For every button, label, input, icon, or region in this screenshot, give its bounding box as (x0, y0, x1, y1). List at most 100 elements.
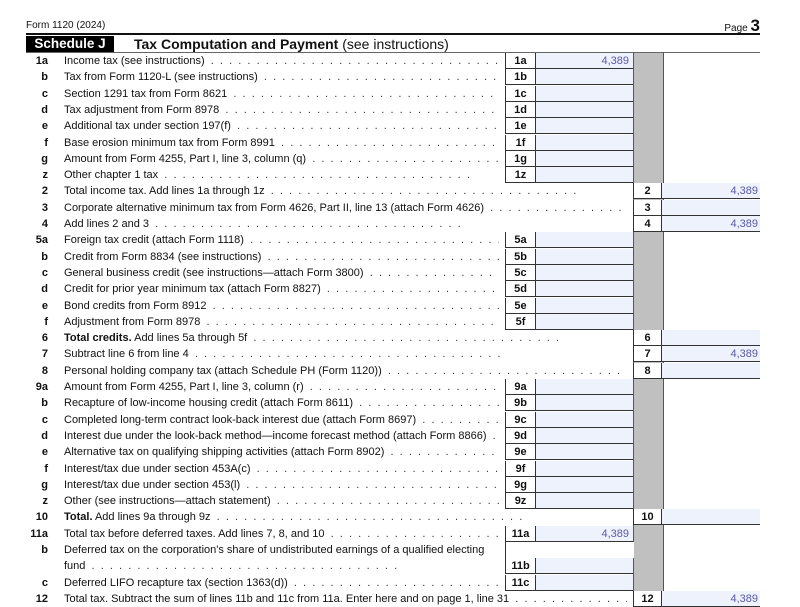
line-description-bold: Total credits. (64, 332, 132, 345)
amount-field-5b[interactable] (535, 248, 633, 265)
line-number: c (41, 266, 48, 279)
form-line-6: 6 Total credits. Add lines 5a through 5f … (0, 330, 800, 347)
amount-field-9e[interactable] (535, 444, 633, 461)
form-line-1a: 1a Income tax (see instructions) . . . . … (0, 53, 800, 69)
leader-dots: . . . . . . . . . . . . . . . . . . . . … (490, 201, 627, 214)
amount-field-8[interactable] (662, 362, 760, 379)
line-description-text: Interest/tax due under section 453A(c) (64, 462, 251, 475)
amount-field-9g[interactable] (535, 476, 633, 493)
line-description: Alternative tax on qualifying shipping a… (64, 444, 499, 460)
form-line-4: 4 Add lines 2 and 3 . . . . . . . . . . .… (0, 216, 800, 232)
line-box-label: 11c (505, 574, 535, 591)
amount-field-11b[interactable] (535, 558, 633, 575)
line-box-label: 5d (505, 281, 535, 298)
line-description-text: Interest due under the look-back method—… (64, 429, 487, 442)
line-description: Additional tax under section 197(f) . . … (64, 118, 499, 134)
line-number: c (41, 87, 48, 100)
amount-field-1d[interactable] (535, 101, 633, 118)
form-line-1f: f Base erosion minimum tax from Form 8991… (0, 134, 800, 151)
line-description: Add lines 2 and 3 . . . . . . . . . . . … (64, 216, 627, 232)
amount-field-10[interactable] (662, 509, 760, 526)
line-description: Bond credits from Form 8912 . . . . . . … (64, 298, 499, 314)
line-description-text: Deferred LIFO recapture tax (section 136… (64, 576, 288, 589)
form-line-3: 3 Corporate alternative minimum tax from … (0, 199, 800, 216)
line-number: 11a (30, 527, 48, 540)
leader-dots: . . . . . . . . . . . . . . . . . . . . … (233, 87, 499, 100)
line-description-text: Additional tax under section 197(f) (64, 120, 231, 133)
line-box-label: 11a (505, 525, 535, 542)
amount-field-5a[interactable] (535, 232, 633, 249)
form-line-8: 8 Personal holding company tax (attach Sc… (0, 362, 800, 379)
amount-field-1b[interactable] (535, 69, 633, 86)
amount-field-5f[interactable] (535, 313, 633, 330)
line-description-text: Adjustment from Form 8978 (64, 315, 201, 328)
line-description-text: Subtract line 6 from line 4 (64, 348, 189, 361)
line-number: 1a (35, 55, 48, 67)
leader-dots: . . . . . . . . . . . . . . . . . . . . … (359, 397, 499, 410)
amount-field-12[interactable]: 4,389 (662, 590, 760, 607)
amount-field-1a[interactable]: 4,389 (535, 53, 633, 69)
form-line-1d: d Tax adjustment from Form 8978 . . . . .… (0, 101, 800, 118)
line-box-label: 9z (505, 493, 535, 510)
amount-field-5d[interactable] (535, 281, 633, 298)
form-line-1c: c Section 1291 tax from Form 8621 . . . .… (0, 85, 800, 102)
line-box-label: 1f (505, 134, 535, 151)
line-description: Completed long-term contract look-back i… (64, 412, 499, 428)
amount-field-1z[interactable] (535, 167, 633, 184)
schedule-tag: Schedule J (26, 36, 114, 52)
amount-field-9d[interactable] (535, 427, 633, 444)
line-box-label: 5c (505, 264, 535, 281)
line-description: Income tax (see instructions) . . . . . … (64, 53, 499, 69)
line-description: Total credits. Add lines 5a through 5f .… (64, 330, 627, 346)
amount-field-9b[interactable] (535, 395, 633, 412)
amount-field-11c[interactable] (535, 574, 633, 591)
line-description-text-2: fund (64, 560, 86, 572)
line-description-continued: fund . . . . . . . . . . . . . . . . . .… (64, 558, 397, 574)
line-description-text: Tax from Form 1120-L (see instructions) (64, 71, 258, 84)
line-description: Foreign tax credit (attach Form 1118) . … (64, 232, 499, 248)
line-number: c (41, 413, 48, 426)
amount-field-11a[interactable]: 4,389 (535, 525, 633, 542)
amount-field-6[interactable] (662, 330, 760, 347)
leader-dots: . . . . . . . . . . . . . . . . . . . . … (210, 511, 523, 524)
line-number: 10 (35, 511, 48, 524)
amount-field-1g[interactable] (535, 150, 633, 167)
line-box-label: 1z (505, 167, 535, 184)
leader-dots: . . . . . . . . . . . . . . . . . . . . … (422, 413, 499, 426)
amount-field-1c[interactable] (535, 85, 633, 102)
form-line-9e: e Alternative tax on qualifying shipping … (0, 444, 800, 461)
amount-field-4[interactable]: 4,389 (662, 216, 760, 232)
line-number: b (41, 397, 48, 410)
amount-field-5e[interactable] (535, 297, 633, 314)
line-box-label: 12 (633, 590, 662, 607)
amount-field-7[interactable]: 4,389 (662, 346, 760, 363)
leader-dots: . . . . . . . . . . . . . . . . . . . . … (204, 55, 499, 67)
form-line-5e: e Bond credits from Form 8912 . . . . . .… (0, 297, 800, 314)
amount-field-9a[interactable] (535, 379, 633, 395)
line-description: Section 1291 tax from Form 8621 . . . . … (64, 86, 499, 102)
amount-field-9z[interactable] (535, 493, 633, 510)
form-line-11a: 11a Total tax before deferred taxes. Add … (0, 525, 800, 542)
leader-dots: . . . . . . . . . . . . . . . . . . . . … (247, 332, 559, 345)
line-box-label: 4 (633, 216, 662, 232)
line-box-label: 7 (633, 346, 662, 363)
leader-dots: . . . . . . . . . . . . . . . . . . . . … (281, 136, 499, 149)
amount-field-2[interactable]: 4,389 (662, 183, 760, 200)
form-line-12: 12 Total tax. Subtract the sum of lines 1… (0, 590, 800, 607)
line-description-text: Corporate alternative minimum tax from F… (64, 201, 484, 214)
line-description-text: Amount from Form 4255, Part I, line 3, c… (64, 152, 307, 165)
leader-dots: . . . . . . . . . . . . . . . . . . . . … (312, 152, 499, 165)
amount-field-1f[interactable] (535, 134, 633, 151)
line-number: e (41, 446, 48, 459)
amount-field-9c[interactable] (535, 411, 633, 428)
line-box-label: 1a (505, 53, 535, 69)
amount-field-1e[interactable] (535, 118, 633, 135)
amount-field-9f[interactable] (535, 460, 633, 477)
line-description: Base erosion minimum tax from Form 8991 … (64, 135, 499, 151)
leader-dots: . . . . . . . . . . . . . . . . . . . . … (225, 103, 499, 116)
amount-field-3[interactable] (662, 199, 760, 216)
amount-field-5c[interactable] (535, 264, 633, 281)
line-description-text: Recapture of low-income housing credit (… (64, 397, 353, 410)
leader-dots: . . . . . . . . . . . . . . . . . . . . … (326, 283, 499, 296)
line-box-label: 1e (505, 118, 535, 135)
